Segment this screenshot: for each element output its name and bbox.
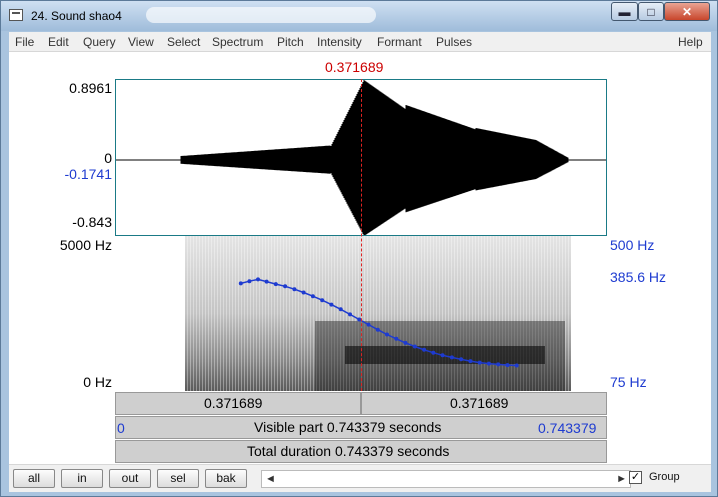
scroll-right-icon[interactable]: ► — [616, 473, 627, 485]
menu-intensity[interactable]: Intensity — [317, 35, 362, 49]
total-duration-bar[interactable]: Total duration 0.743379 seconds — [115, 440, 607, 463]
pitch-point — [477, 360, 482, 365]
menu-bar: File Edit Query View Select Spectrum Pit… — [9, 32, 711, 52]
pitch-cursor-label: 385.6 Hz — [610, 269, 667, 285]
pitch-point — [505, 363, 510, 368]
minimize-button[interactable]: ▬ — [611, 2, 638, 21]
visible-part-bar[interactable]: Visible part 0.743379 seconds — [115, 416, 607, 439]
praat-sound-window: 24. Sound shao4 ▬ □ ✕ File Edit Query Vi… — [0, 0, 718, 497]
pitch-point — [385, 332, 389, 337]
menu-pitch[interactable]: Pitch — [277, 35, 304, 49]
menu-query[interactable]: Query — [83, 35, 116, 49]
spectrogram-bottom-label: 0 Hz — [83, 374, 112, 390]
pitch-point — [301, 290, 306, 295]
pitch-point — [264, 279, 269, 284]
pitch-point — [486, 361, 491, 366]
in-button[interactable]: in — [61, 469, 103, 488]
menu-file[interactable]: File — [15, 35, 34, 49]
pitch-point — [256, 277, 260, 282]
maximize-icon: □ — [647, 5, 655, 19]
pitch-point — [338, 307, 343, 312]
pitch-point — [320, 298, 325, 303]
menu-formant[interactable]: Formant — [377, 35, 422, 49]
pitch-point — [496, 362, 501, 367]
menu-select[interactable]: Select — [167, 35, 200, 49]
pitch-bottom-label: 75 Hz — [610, 374, 647, 390]
pitch-point — [247, 279, 252, 284]
visible-part-label: Visible part 0.743379 seconds — [254, 419, 442, 435]
pitch-point — [283, 284, 288, 289]
pitch-point — [459, 357, 464, 362]
all-button[interactable]: all — [13, 469, 55, 488]
title-bar[interactable]: 24. Sound shao4 ▬ □ ✕ — [1, 1, 717, 31]
pitch-point — [348, 312, 352, 317]
menu-help[interactable]: Help — [678, 35, 703, 49]
selection-left-bar[interactable]: 0.371689 — [115, 392, 361, 415]
pitch-point — [394, 336, 399, 341]
pitch-point — [468, 359, 473, 364]
pitch-point — [412, 344, 417, 349]
window-title: 24. Sound shao4 — [31, 9, 122, 23]
group-checkbox[interactable]: ✓ — [629, 471, 642, 484]
minimize-icon: ▬ — [618, 5, 631, 19]
cursor-time-label: 0.371689 — [325, 59, 384, 75]
menu-edit[interactable]: Edit — [48, 35, 69, 49]
menu-spectrum[interactable]: Spectrum — [212, 35, 263, 49]
pitch-point — [431, 350, 436, 355]
pitch-top-label: 500 Hz — [610, 237, 655, 253]
selection-left-label: 0.371689 — [204, 395, 263, 411]
pitch-point — [375, 327, 380, 332]
bak-button[interactable]: bak — [205, 469, 247, 488]
pitch-point — [422, 347, 427, 352]
pitch-point — [329, 302, 334, 307]
pitch-point — [449, 355, 454, 360]
pitch-point — [366, 322, 371, 327]
title-blur — [146, 7, 376, 23]
horizontal-scrollbar[interactable]: ◄ ► — [261, 470, 631, 488]
pitch-point — [292, 287, 297, 292]
app-icon — [9, 9, 23, 21]
menu-view[interactable]: View — [128, 35, 154, 49]
pitch-point — [310, 294, 315, 299]
total-duration-label: Total duration 0.743379 seconds — [247, 443, 450, 459]
bottom-toolbar: all in out sel bak ◄ ► ✓ Group — [9, 464, 711, 492]
pitch-point — [514, 363, 519, 368]
visible-start-label: 0 — [117, 420, 125, 436]
close-icon: ✕ — [681, 5, 693, 19]
pitch-point — [273, 282, 278, 287]
menu-pulses[interactable]: Pulses — [436, 35, 472, 49]
pitch-point — [440, 353, 445, 358]
close-button[interactable]: ✕ — [664, 2, 710, 21]
waveform-cursor-value-label: -0.1741 — [64, 166, 112, 182]
waveform-zero-label: 0 — [104, 150, 112, 166]
waveform-min-label: -0.843 — [72, 214, 112, 230]
spectrogram-top-label: 5000 Hz — [59, 237, 112, 253]
scroll-left-icon[interactable]: ◄ — [265, 473, 276, 485]
pitch-point — [238, 281, 243, 286]
waveform-max-label: 0.8961 — [69, 80, 112, 96]
spectrogram-formant-band — [345, 346, 545, 364]
selection-right-label: 0.371689 — [450, 395, 509, 411]
group-label: Group — [649, 471, 680, 483]
selection-right-bar[interactable]: 0.371689 — [361, 392, 607, 415]
cursor-line — [361, 79, 362, 391]
maximize-button[interactable]: □ — [638, 2, 664, 21]
visible-end-label: 0.743379 — [538, 420, 597, 436]
pitch-point — [403, 340, 408, 345]
out-button[interactable]: out — [109, 469, 151, 488]
sel-button[interactable]: sel — [157, 469, 199, 488]
